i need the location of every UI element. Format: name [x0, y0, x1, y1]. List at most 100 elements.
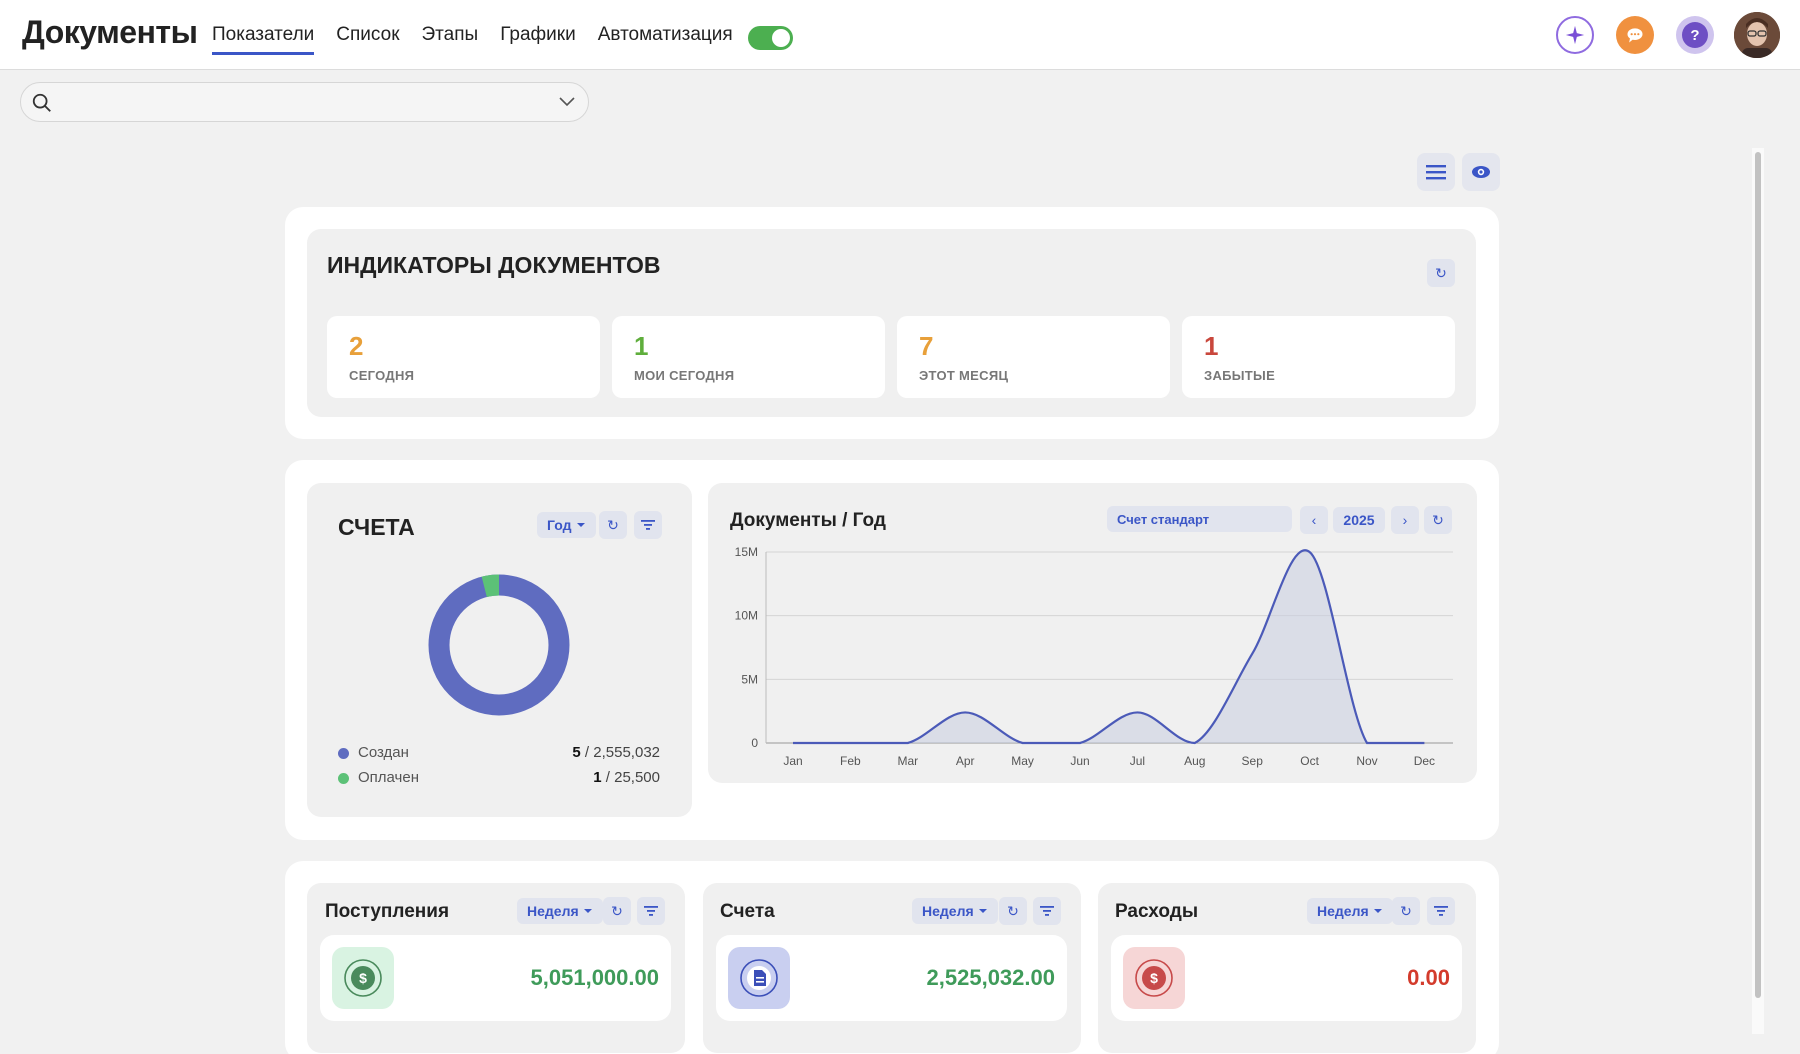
next-year-button[interactable]: ›	[1391, 506, 1419, 534]
kpi-label: ЗАБЫТЫЕ	[1204, 368, 1276, 383]
main-nav: Показатели Список Этапы Графики Автомати…	[212, 24, 755, 55]
filter-icon	[644, 906, 658, 916]
x-tick-label: Dec	[1414, 754, 1435, 768]
x-tick-label: Apr	[956, 754, 975, 768]
visibility-button[interactable]	[1462, 153, 1500, 191]
filter-icon	[1434, 906, 1448, 916]
expenses-title: Расходы	[1115, 901, 1199, 922]
legend-created: Создан 5 / 2,555,032	[338, 743, 660, 763]
sparkle-icon	[1565, 25, 1585, 45]
bills-refresh-button[interactable]: ↻	[999, 897, 1027, 925]
legend-dot	[338, 748, 349, 759]
nav-charts[interactable]: Графики	[500, 24, 576, 55]
invoices-title: СЧЕТА	[338, 514, 415, 540]
expenses-icon-box: $	[1123, 947, 1185, 1009]
svg-text:$: $	[1150, 970, 1158, 986]
ai-assistant-button[interactable]	[1556, 16, 1594, 54]
x-tick-label: Feb	[840, 754, 861, 768]
document-type-select[interactable]: Счет стандарт	[1107, 506, 1292, 532]
bills-icon-box	[728, 947, 790, 1009]
indicators-refresh-button[interactable]: ↻	[1427, 259, 1455, 287]
caret-down-icon	[576, 523, 585, 527]
nav-list[interactable]: Список	[336, 24, 399, 55]
invoices-donut-chart	[428, 574, 570, 716]
toggle-knob	[772, 29, 790, 47]
scrollbar[interactable]	[1752, 148, 1764, 1034]
x-tick-label: Jun	[1070, 754, 1089, 768]
kpi-label: МОИ СЕГОДНЯ	[634, 368, 735, 383]
indicators-title: ИНДИКАТОРЫ ДОКУМЕНТОВ	[327, 252, 661, 278]
income-filter-button[interactable]	[637, 897, 665, 925]
income-icon-box: $	[332, 947, 394, 1009]
kpi-forgotten[interactable]: 1 ЗАБЫТЫЕ	[1182, 316, 1455, 398]
chat-button[interactable]	[1616, 16, 1654, 54]
expenses-amount: 0.00	[1407, 965, 1450, 990]
chart-refresh-button[interactable]: ↻	[1424, 506, 1452, 534]
bills-title: Счета	[720, 901, 775, 922]
filter-icon	[641, 520, 655, 530]
legend-name: Создан	[358, 744, 409, 761]
bills-filter-button[interactable]	[1033, 897, 1061, 925]
expenses-period-select[interactable]: Неделя	[1307, 898, 1393, 924]
legend-dot	[338, 773, 349, 784]
x-tick-label: Nov	[1356, 754, 1377, 768]
kpi-value: 2	[349, 331, 364, 361]
legend-count: 1	[593, 769, 602, 786]
period-label: Год	[547, 517, 572, 533]
list-view-button[interactable]	[1417, 153, 1455, 191]
y-tick-label: 15M	[735, 545, 758, 559]
legend-amount: / 25,500	[601, 769, 660, 786]
income-period-select[interactable]: Неделя	[517, 898, 603, 924]
help-button[interactable]: ?	[1676, 16, 1714, 54]
search-bar[interactable]	[20, 82, 589, 122]
expenses-refresh-button[interactable]: ↻	[1392, 897, 1420, 925]
invoices-filter-button[interactable]	[634, 511, 662, 539]
expenses-filter-button[interactable]	[1427, 897, 1455, 925]
chat-icon	[1627, 28, 1643, 43]
donut-segment-created	[428, 574, 570, 716]
y-tick-label: 5M	[741, 672, 758, 686]
top-bar: Документы Показатели Список Этапы График…	[0, 0, 1800, 70]
invoices-refresh-button[interactable]: ↻	[599, 511, 627, 539]
menu-lines-icon	[1426, 165, 1446, 180]
y-tick-label: 0	[751, 736, 758, 750]
y-tick-label: 10M	[735, 609, 758, 623]
eye-icon	[1472, 166, 1490, 178]
bills-period-select[interactable]: Неделя	[912, 898, 998, 924]
x-tick-label: May	[1011, 754, 1034, 768]
caret-down-icon	[583, 909, 592, 913]
kpi-label: СЕГОДНЯ	[349, 368, 415, 383]
scrollbar-thumb[interactable]	[1755, 152, 1761, 998]
user-avatar[interactable]	[1734, 12, 1780, 58]
prev-year-button[interactable]: ‹	[1300, 506, 1328, 534]
svg-text:$: $	[359, 970, 367, 986]
nav-indicators[interactable]: Показатели	[212, 24, 315, 55]
legend-value: 1 / 25,500	[593, 769, 660, 786]
legend-paid: Оплачен 1 / 25,500	[338, 768, 660, 788]
chevron-down-icon[interactable]	[558, 95, 576, 109]
search-input[interactable]	[65, 91, 545, 115]
period-label: Неделя	[1317, 903, 1369, 919]
nav-stages[interactable]: Этапы	[422, 24, 479, 55]
invoices-period-select[interactable]: Год	[537, 512, 596, 538]
documents-chart-title: Документы / Год	[730, 510, 886, 531]
period-label: Неделя	[527, 903, 579, 919]
kpi-value: 7	[919, 331, 934, 361]
income-refresh-button[interactable]: ↻	[603, 897, 631, 925]
kpi-value: 1	[634, 331, 649, 361]
period-label: Неделя	[922, 903, 974, 919]
x-tick-label: Aug	[1184, 754, 1205, 768]
kpi-my-today[interactable]: 1 МОИ СЕГОДНЯ	[612, 316, 885, 398]
legend-name: Оплачен	[358, 769, 419, 786]
app-title: Документы	[22, 14, 198, 50]
automation-toggle[interactable]	[748, 26, 793, 50]
legend-amount: / 2,555,032	[580, 744, 660, 761]
kpi-today[interactable]: 2 СЕГОДНЯ	[327, 316, 600, 398]
bills-amount: 2,525,032.00	[926, 965, 1055, 990]
search-icon	[32, 93, 51, 112]
x-tick-label: Mar	[897, 754, 918, 768]
documents-area-chart: 0 5M 10M 15M Jan Feb Mar Apr May Jun Jul Aug Sep Oct N…	[735, 545, 1453, 768]
kpi-this-month[interactable]: 7 ЭТОТ МЕСЯЦ	[897, 316, 1170, 398]
legend-count: 5	[572, 744, 581, 761]
nav-automation[interactable]: Автоматизация	[598, 24, 733, 55]
